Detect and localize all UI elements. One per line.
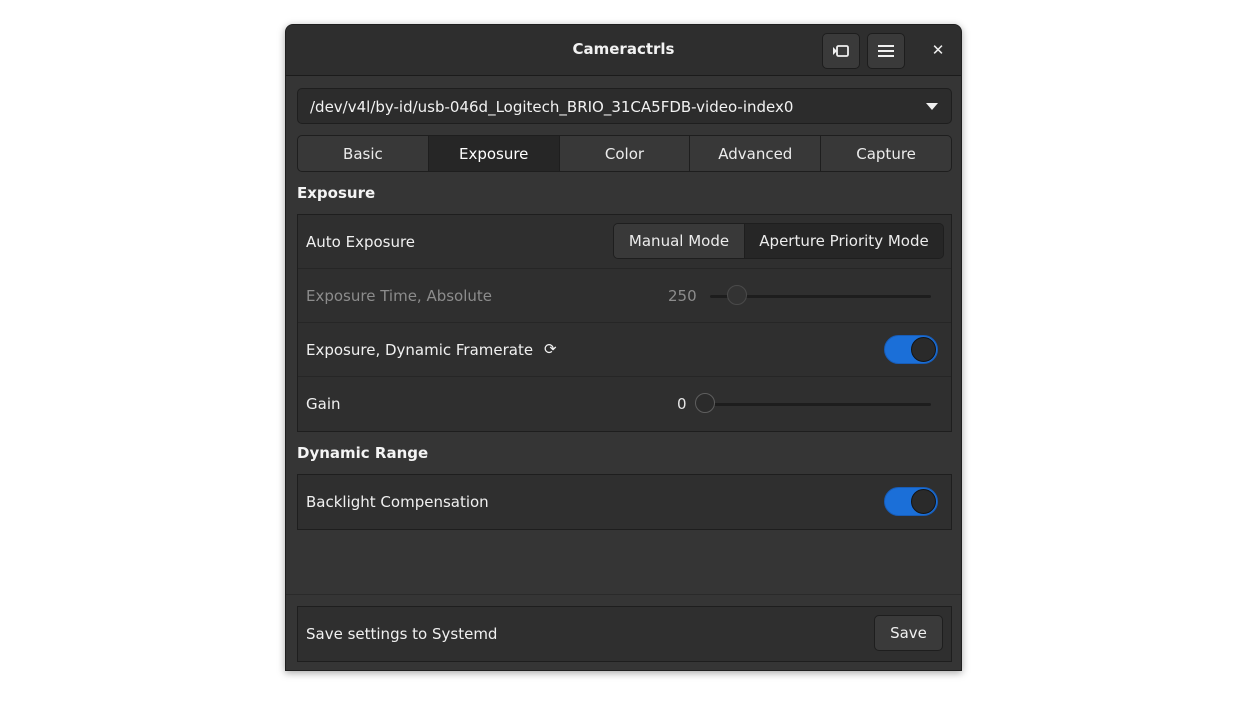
backlight-switch[interactable] bbox=[884, 487, 938, 516]
switch-thumb bbox=[911, 337, 936, 362]
footer-separator bbox=[286, 594, 961, 595]
main-menu-button[interactable] bbox=[867, 33, 905, 69]
tab-advanced[interactable]: Advanced bbox=[690, 136, 822, 171]
exposure-time-slider-handle[interactable] bbox=[726, 285, 747, 305]
section-title-dynamic-range: Dynamic Range bbox=[297, 444, 429, 462]
camera-preview-button[interactable] bbox=[822, 33, 860, 69]
tab-bar: Basic Exposure Color Advanced Capture bbox=[297, 135, 952, 172]
camera-preview-icon bbox=[833, 45, 849, 57]
save-button[interactable]: Save bbox=[874, 615, 943, 651]
aperture-priority-mode-button[interactable]: Aperture Priority Mode bbox=[745, 224, 943, 258]
app-window: Cameractrls ✕ /dev/v4l/by-id/usb-046d_Lo… bbox=[285, 24, 962, 671]
dynamic-framerate-label: Exposure, Dynamic Framerate bbox=[306, 341, 534, 359]
dynamic-framerate-switch[interactable] bbox=[884, 335, 938, 364]
switch-thumb bbox=[911, 489, 936, 514]
tab-basic[interactable]: Basic bbox=[298, 136, 429, 171]
close-button[interactable]: ✕ bbox=[926, 38, 950, 62]
auto-exposure-label: Auto Exposure bbox=[306, 233, 416, 251]
refresh-icon[interactable]: ⟳ bbox=[544, 340, 557, 358]
dynamic-range-list: Backlight Compensation bbox=[297, 474, 952, 530]
header-bar: Cameractrls ✕ bbox=[286, 25, 961, 76]
tab-capture[interactable]: Capture bbox=[821, 136, 951, 171]
exposure-time-row: Exposure Time, Absolute 250 bbox=[298, 269, 951, 323]
gain-value: 0 bbox=[677, 395, 687, 413]
backlight-row: Backlight Compensation bbox=[298, 475, 951, 529]
device-selector[interactable]: /dev/v4l/by-id/usb-046d_Logitech_BRIO_31… bbox=[297, 88, 952, 124]
dropdown-arrow-icon bbox=[926, 103, 938, 110]
dynamic-framerate-row: Exposure, Dynamic Framerate ⟳ bbox=[298, 323, 951, 377]
device-path: /dev/v4l/by-id/usb-046d_Logitech_BRIO_31… bbox=[310, 98, 794, 116]
exposure-time-value: 250 bbox=[668, 287, 697, 305]
gain-slider[interactable] bbox=[701, 403, 931, 406]
tab-exposure[interactable]: Exposure bbox=[428, 136, 560, 171]
save-settings-label: Save settings to Systemd bbox=[306, 625, 498, 643]
close-icon: ✕ bbox=[931, 41, 945, 59]
gain-row: Gain 0 bbox=[298, 377, 951, 431]
exposure-time-label: Exposure Time, Absolute bbox=[306, 287, 493, 305]
auto-exposure-mode-selector: Manual Mode Aperture Priority Mode bbox=[613, 223, 944, 259]
auto-exposure-row: Auto Exposure Manual Mode Aperture Prior… bbox=[298, 215, 951, 269]
backlight-label: Backlight Compensation bbox=[306, 493, 489, 511]
footer-list: Save settings to Systemd Save bbox=[297, 606, 952, 662]
section-title-exposure: Exposure bbox=[297, 184, 376, 202]
exposure-list: Auto Exposure Manual Mode Aperture Prior… bbox=[297, 214, 952, 432]
tab-color[interactable]: Color bbox=[560, 136, 691, 171]
gain-label: Gain bbox=[306, 395, 341, 413]
hamburger-menu-icon bbox=[878, 45, 894, 57]
manual-mode-button[interactable]: Manual Mode bbox=[614, 224, 745, 258]
save-settings-row: Save settings to Systemd Save bbox=[298, 607, 951, 661]
gain-slider-handle[interactable] bbox=[695, 393, 715, 413]
